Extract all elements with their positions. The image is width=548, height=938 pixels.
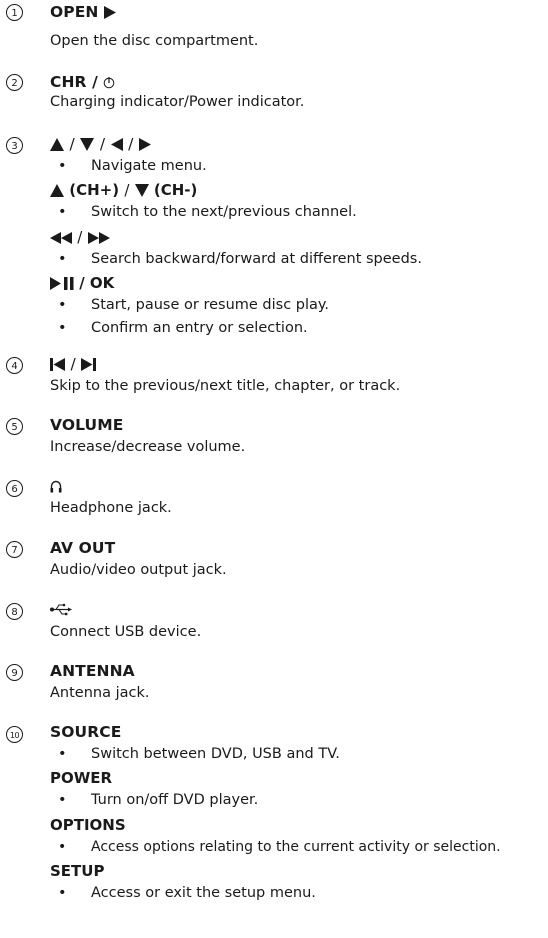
item-title: / / /: [50, 135, 151, 153]
item-description: Increase/decrease volume.: [50, 439, 246, 455]
item-title: SOURCE: [50, 723, 122, 741]
item-title: AV OUT: [50, 539, 116, 557]
item-title: [50, 477, 62, 495]
item-title: /: [50, 355, 97, 373]
item-description: Charging indicator/Power indicator.: [50, 94, 305, 110]
item-number: 6: [6, 480, 23, 497]
item-number: 9: [6, 664, 23, 681]
next-icon: [81, 358, 97, 371]
item-description: Open the disc compartment.: [50, 33, 259, 49]
item-number: 10: [6, 726, 23, 743]
power-icon: [104, 77, 115, 89]
play-icon: [104, 6, 116, 19]
subheading-setup: SETUP: [50, 862, 105, 880]
up-arrow-icon: [50, 184, 64, 197]
item-number: 5: [6, 418, 23, 435]
down-arrow-icon: [80, 138, 95, 151]
item-number: 2: [6, 74, 23, 91]
item-number: 1: [6, 4, 23, 21]
left-arrow-icon: [110, 138, 123, 151]
item-title: ANTENNA: [50, 662, 135, 680]
item-title: CHR /: [50, 73, 115, 91]
usb-icon: [50, 603, 72, 616]
item-description: Audio/video output jack.: [50, 562, 227, 578]
headphone-icon: [50, 480, 62, 493]
item-description: Headphone jack.: [50, 500, 172, 516]
item-number: 3: [6, 137, 23, 154]
item-number: 8: [6, 603, 23, 620]
up-arrow-icon: [50, 138, 64, 151]
rewind-icon: [50, 231, 72, 244]
item-description: Connect USB device.: [50, 624, 202, 640]
play-pause-icon: [50, 277, 74, 290]
down-arrow-icon: [134, 184, 149, 197]
item-title: VOLUME: [50, 416, 124, 434]
previous-icon: [50, 358, 65, 371]
subheading-channel: (CH+) / (CH-): [50, 181, 197, 199]
item-description: Skip to the previous/next title, chapter…: [50, 378, 401, 394]
item-title: OPEN: [50, 3, 116, 21]
right-arrow-icon: [138, 138, 151, 151]
item-number: 4: [6, 357, 23, 374]
item-description: Antenna jack.: [50, 685, 150, 701]
fast-forward-icon: [87, 231, 110, 244]
item-title: [50, 600, 72, 618]
subheading-search: /: [50, 228, 110, 246]
subheading-options: OPTIONS: [50, 816, 126, 834]
subheading-power: POWER: [50, 769, 113, 787]
subheading-play-ok: / OK: [50, 274, 114, 292]
item-number: 7: [6, 541, 23, 558]
